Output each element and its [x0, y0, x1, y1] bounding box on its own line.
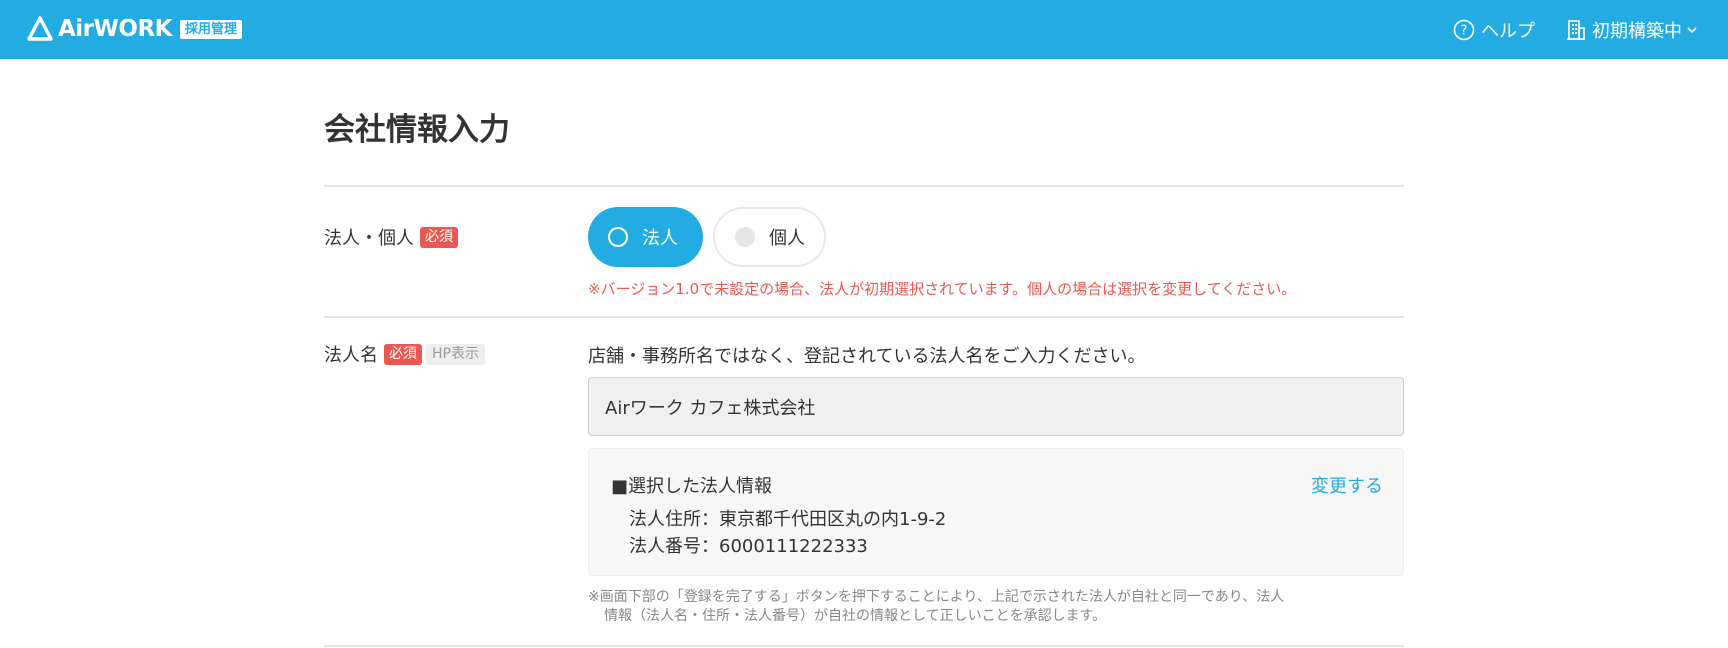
divider	[324, 185, 1404, 187]
shop-menu[interactable]: 初期構築中	[1566, 17, 1704, 43]
entity-type-label-text: 法人・個人	[324, 228, 414, 249]
help-icon: ?	[1453, 19, 1475, 41]
required-badge: 必須	[420, 226, 458, 248]
change-link[interactable]: 変更する	[1311, 472, 1383, 498]
company-number: 法人番号：6000111222333	[629, 536, 868, 557]
shop-label: 初期構築中	[1592, 21, 1682, 42]
chevron-down-icon	[1687, 27, 1697, 34]
building-icon	[1567, 20, 1585, 40]
radio-corporation[interactable]: 法人	[588, 207, 703, 267]
approval-footnote: ※画面下部の「登録を完了する」ボタンを押下することにより、上記で示された法人が自…	[588, 588, 1408, 626]
radio-individual[interactable]: 個人	[713, 207, 826, 267]
logo-text: AirWORK	[58, 16, 172, 42]
required-badge: 必須	[384, 343, 422, 365]
hp-display-badge: HP表示	[426, 343, 485, 365]
help-link[interactable]: ? ヘルプ	[1453, 17, 1535, 43]
entity-type-label: 法人・個人 必須	[324, 224, 458, 250]
logo-badge: 採用管理	[179, 19, 242, 39]
company-name-label-text: 法人名	[324, 345, 378, 366]
radio-selected-icon	[608, 227, 628, 247]
svg-text:?: ?	[1461, 24, 1468, 39]
page-title: 会社情報入力	[324, 112, 510, 148]
company-name-label: 法人名 必須 HP表示	[324, 341, 485, 367]
divider	[324, 645, 1404, 647]
divider	[324, 316, 1404, 318]
company-name-help-text: 店舗・事務所名ではなく、登記されている法人名をご入力ください。	[588, 346, 1146, 367]
help-label: ヘルプ	[1481, 21, 1535, 42]
radio-individual-label: 個人	[769, 228, 805, 249]
footnote-line-1: ※画面下部の「登録を完了する」ボタンを押下することにより、上記で示された法人が自…	[588, 589, 1285, 605]
radio-unselected-icon	[735, 227, 755, 247]
top-header: AirWORK 採用管理 ? ヘルプ 初期構築中	[0, 0, 1728, 59]
selected-info-title: ■選択した法人情報	[611, 476, 773, 497]
footnote-line-2: 情報（法人名・住所・法人番号）が自社の情報として正しいことを承認します。	[604, 608, 1107, 624]
radio-corporation-label: 法人	[642, 228, 678, 249]
logo-triangle-icon	[27, 16, 53, 41]
selected-company-info: ■選択した法人情報 変更する 法人住所：東京都千代田区丸の内1-9-2 法人番号…	[588, 448, 1404, 576]
entity-type-warning: ※バージョン1.0で未設定の場合、法人が初期選択されています。個人の場合は選択を…	[588, 280, 1297, 298]
company-name-input[interactable]	[588, 377, 1404, 436]
company-address: 法人住所：東京都千代田区丸の内1-9-2	[629, 509, 947, 530]
airwork-logo[interactable]: AirWORK 採用管理	[26, 14, 242, 44]
